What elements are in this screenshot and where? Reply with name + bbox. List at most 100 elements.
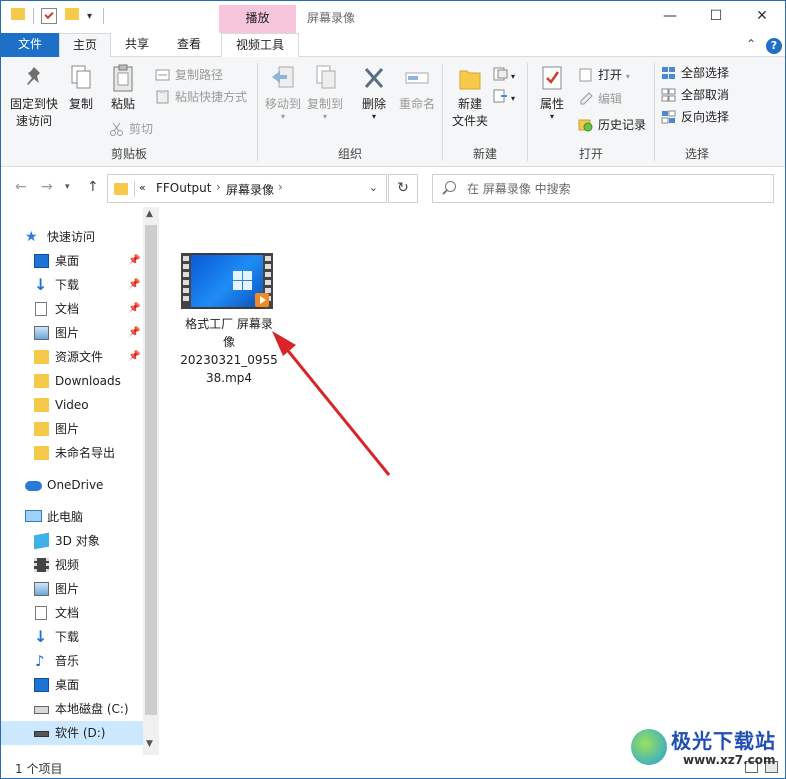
sidebar-item-downloads[interactable]: ↓ 下载 📌 [1,273,143,297]
sidebar-item-this-pc[interactable]: 此电脑 [1,505,143,529]
sidebar-item-documents[interactable]: 文档 📌 [1,297,143,321]
sidebar-item-drive-d[interactable]: 软件 (D:) [1,721,143,745]
new-folder-quick-icon[interactable] [65,8,79,20]
minimize-button[interactable]: — [647,1,693,33]
file-name-label[interactable]: 格式工厂 屏幕录 像 20230321_0955 38.mp4 [177,315,281,387]
sidebar-item-videos[interactable]: 视频 [1,553,143,577]
edit-button[interactable]: 编辑 [578,89,622,109]
up-arrow-icon[interactable]: ↑ [87,179,99,195]
breadcrumb-screen-recording[interactable]: 屏幕录像 [226,181,274,198]
collapse-ribbon-icon[interactable]: ⌃ [746,37,756,51]
sidebar-item-video-folder[interactable]: Video [1,393,143,417]
folder-icon [34,398,49,412]
tab-view[interactable]: 查看 [167,33,211,57]
pin-icon [20,63,48,93]
scroll-down-icon[interactable]: ▼ [146,739,153,749]
select-all-button[interactable]: 全部选择 [661,63,729,83]
search-box[interactable] [432,174,774,203]
sidebar-item-downloads-folder[interactable]: Downloads [1,369,143,393]
tab-home[interactable]: 主页 [59,33,111,58]
pin-icon: 📌 [128,255,141,266]
chevron-down-icon[interactable]: ⌄ [369,181,378,194]
help-icon[interactable]: ? [766,38,782,54]
chevron-right-icon[interactable]: › [216,180,221,194]
cut-button[interactable]: 剪切 [109,119,153,139]
sidebar-item-3d-objects[interactable]: 3D 对象 [1,529,143,553]
refresh-button[interactable]: ↻ [388,174,418,203]
search-input[interactable] [467,179,767,199]
sidebar-item-resources[interactable]: 资源文件 📌 [1,345,143,369]
sidebar-item-label: 快速访问 [47,230,96,244]
sidebar-item-pictures[interactable]: 图片 📌 [1,321,143,345]
sidebar-item-pc-pictures[interactable]: 图片 [1,577,143,601]
divider [134,181,135,197]
copy-path-icon [155,68,170,82]
title-bar: ▾ 播放 屏幕录像 — ☐ ✕ [1,1,785,33]
history-button[interactable]: 历史记录 [578,115,646,135]
chevron-right-icon[interactable]: › [278,180,283,194]
maximize-button[interactable]: ☐ [693,1,739,33]
folder-icon [11,8,25,20]
rename-button[interactable]: 重命名 [396,63,438,113]
tab-share[interactable]: 共享 [115,33,159,57]
sidebar-item-unnamed-export[interactable]: 未命名导出 [1,441,143,465]
tab-video-tools[interactable]: 视频工具 [221,33,299,57]
delete-x-icon [360,63,388,93]
copy-path-button[interactable]: 复制路径 [155,65,223,85]
sidebar-item-pictures-folder[interactable]: 图片 [1,417,143,441]
copy-button[interactable]: 复制 [63,63,99,113]
organize-group-label: 组织 [337,147,362,161]
open-icon [578,68,593,82]
delete-button[interactable]: 删除 ▾ [356,63,392,121]
scrollbar-thumb[interactable] [145,225,157,715]
properties-button[interactable]: 属性 ▾ [534,63,570,121]
sidebar-item-pc-downloads[interactable]: ↓ 下载 [1,625,143,649]
properties-quick-icon[interactable] [41,8,57,24]
customize-quick-access-icon[interactable]: ▾ [87,11,92,22]
sidebar-item-label: 资源文件 [55,350,104,364]
invert-selection-button[interactable]: 反向选择 [661,107,729,127]
sidebar-item-desktop[interactable]: 桌面 📌 [1,249,143,273]
sidebar-item-label: 音乐 [55,654,80,668]
desktop-icon [34,678,49,692]
move-to-button[interactable]: 移动到 ▾ [262,63,304,121]
new-folder-button[interactable]: 新建 文件夹 [447,63,493,130]
sidebar-item-drive-c[interactable]: 本地磁盘 (C:) [1,697,143,721]
sidebar-item-pc-documents[interactable]: 文档 [1,601,143,625]
sidebar-item-music[interactable]: ♪ 音乐 [1,649,143,673]
select-none-button[interactable]: 全部取消 [661,85,729,105]
scroll-up-icon[interactable]: ▲ [146,209,153,219]
recent-locations-icon[interactable]: ▾ [65,182,70,192]
sidebar-item-label: 图片 [55,582,80,596]
copy-to-button[interactable]: 复制到 ▾ [304,63,346,121]
breadcrumb-ffoutput[interactable]: FFOutput [156,181,212,195]
sidebar-item-onedrive[interactable]: OneDrive [1,473,143,497]
close-button[interactable]: ✕ [739,1,785,33]
sidebar-item-pc-desktop[interactable]: 桌面 [1,673,143,697]
history-label: 历史记录 [598,118,647,132]
sidebar-scrollbar[interactable]: ▲ ▼ [143,207,159,755]
breadcrumb-overflow[interactable]: « [139,181,146,194]
easy-access-button[interactable]: ▾ [493,87,515,107]
back-arrow-icon[interactable]: ← [15,179,27,195]
address-bar[interactable]: « FFOutput › 屏幕录像 › ⌄ [107,174,387,203]
new-item-button[interactable]: ▾ [493,65,515,85]
play-icon [255,293,269,307]
context-tab-play[interactable]: 播放 [219,5,296,33]
tab-file[interactable]: 文件 [1,33,59,57]
forward-arrow-icon[interactable]: → [41,179,53,195]
paste-button[interactable]: 粘贴 [103,63,143,113]
item-count: 1 个项目 [15,762,63,776]
easy-access-icon [493,89,511,103]
sidebar-item-quick-access[interactable]: ★ 快速访问 [1,225,143,249]
paste-shortcut-button[interactable]: 粘贴快捷方式 [155,87,247,107]
sidebar-item-label: 本地磁盘 (C:) [55,702,129,716]
pin-quick-access-button[interactable]: 固定到快 速访问 [5,63,63,130]
film-strip-left [181,253,191,309]
navigation-row: ← → ▾ ↑ « FFOutput › 屏幕录像 › ⌄ ↻ [1,167,785,207]
open-button[interactable]: 打开 ▾ [578,65,630,85]
file-name-line: 格式工厂 屏幕录 [185,317,273,331]
picture-icon [34,326,49,340]
new-folder-label-1: 新建 [457,97,482,111]
explorer-window: ▾ 播放 屏幕录像 — ☐ ✕ 文件 主页 共享 查看 视频工具 ⌃ ? 固定到… [0,0,786,779]
